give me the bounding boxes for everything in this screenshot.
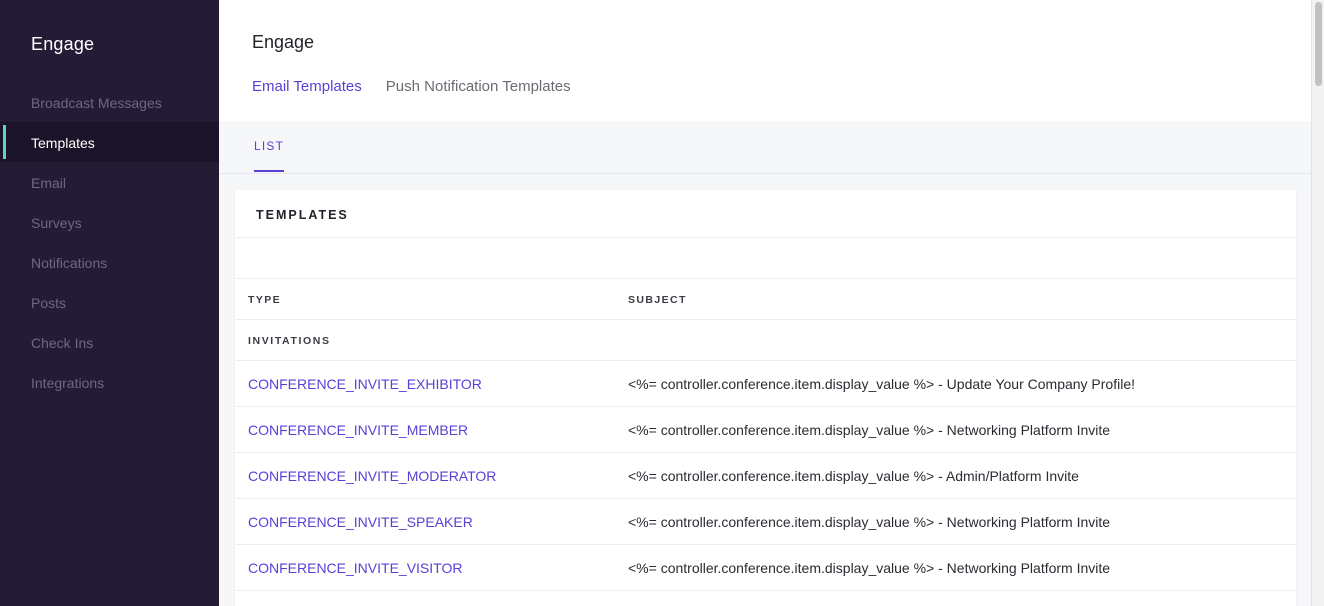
table-row: CONFERENCE_INVITE_SPEAKER <%= controller… [235, 498, 1296, 544]
scrollbar-thumb[interactable] [1315, 2, 1322, 86]
template-subject: <%= controller.conference.item.display_v… [628, 560, 1111, 576]
sidebar-item-posts[interactable]: Posts [0, 282, 219, 322]
template-subject: <%= controller.conference.item.display_v… [628, 376, 1136, 392]
template-type-link[interactable]: CONFERENCE_INVITE_MEMBER [248, 422, 468, 438]
page-header: Engage Email Templates Push Notification… [219, 0, 1311, 121]
column-header-subject: SUBJECT [628, 294, 687, 306]
sidebar-brand: Engage [31, 34, 95, 54]
tab-list[interactable]: LIST [254, 139, 285, 172]
table-row: CONFERENCE_INVITE_MODERATOR <%= controll… [235, 452, 1296, 498]
template-type-link[interactable]: CONFERENCE_INVITE_VISITOR [248, 560, 462, 576]
card-title: TEMPLATES [256, 208, 349, 222]
divider [235, 237, 1296, 238]
sidebar-item-integrations[interactable]: Integrations [0, 362, 219, 402]
sidebar-item-notifications[interactable]: Notifications [0, 242, 219, 282]
divider [235, 278, 1296, 279]
template-type-link[interactable]: CONFERENCE_INVITE_MODERATOR [248, 468, 496, 484]
sidebar-item-check-ins[interactable]: Check Ins [0, 322, 219, 362]
page-scrollbar[interactable] [1311, 0, 1324, 606]
divider [235, 319, 1296, 320]
group-header-invitations: INVITATIONS [248, 335, 331, 347]
template-type-link[interactable]: CONFERENCE_INVITE_EXHIBITOR [248, 376, 482, 392]
tab-push-notification-templates[interactable]: Push Notification Templates [386, 78, 571, 95]
template-type-tabs: Email Templates Push Notification Templa… [252, 78, 595, 95]
template-subject: <%= controller.conference.item.display_v… [628, 468, 1079, 484]
sidebar: Engage Broadcast Messages Templates Emai… [0, 0, 219, 606]
column-header-type: TYPE [248, 294, 282, 306]
template-subject: <%= controller.conference.item.display_v… [628, 514, 1111, 530]
page-title: Engage [252, 32, 315, 52]
sidebar-item-email[interactable]: Email [0, 162, 219, 202]
template-subject: <%= controller.conference.item.display_v… [628, 422, 1111, 438]
main-content: Engage Email Templates Push Notification… [219, 0, 1311, 606]
view-tabs: LIST [219, 121, 1311, 174]
table-row: CONFERENCE_INVITE_MEMBER <%= controller.… [235, 406, 1296, 452]
sidebar-item-templates[interactable]: Templates [0, 122, 219, 162]
template-type-link[interactable]: CONFERENCE_INVITE_SPEAKER [248, 514, 473, 530]
sidebar-item-surveys[interactable]: Surveys [0, 202, 219, 242]
sidebar-item-broadcast-messages[interactable]: Broadcast Messages [0, 82, 219, 122]
tab-email-templates[interactable]: Email Templates [252, 78, 362, 95]
table-row: CONFERENCE_INVITE_VISITOR <%= controller… [235, 544, 1296, 590]
table-row [235, 590, 1296, 606]
templates-card: TEMPLATES TYPE SUBJECT INVITATIONS CONFE… [235, 190, 1296, 606]
table-row: CONFERENCE_INVITE_EXHIBITOR <%= controll… [235, 360, 1296, 406]
sidebar-nav: Broadcast Messages Templates Email Surve… [0, 82, 219, 402]
